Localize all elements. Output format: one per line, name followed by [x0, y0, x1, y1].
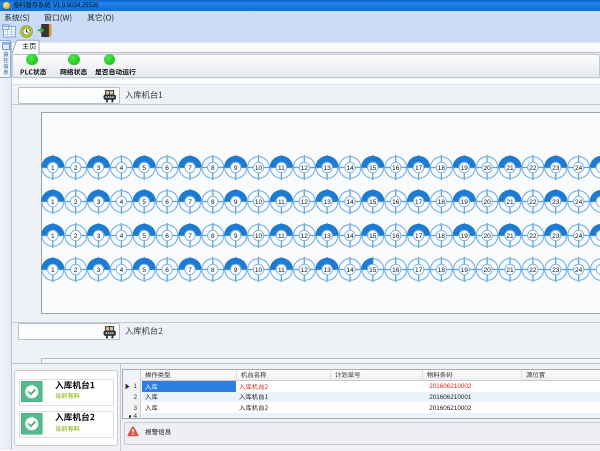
svg-text:3: 3	[96, 266, 100, 273]
svg-text:3: 3	[96, 198, 100, 205]
svg-text:5: 5	[142, 266, 146, 273]
svg-text:13: 13	[323, 266, 331, 273]
svg-text:4: 4	[119, 232, 123, 239]
svg-text:22: 22	[529, 164, 537, 171]
svg-text:23: 23	[552, 232, 560, 239]
svg-text:9: 9	[233, 266, 237, 273]
svg-text:10: 10	[254, 232, 262, 239]
svg-text:14: 14	[346, 232, 354, 239]
svg-text:6: 6	[165, 232, 169, 239]
svg-text:12: 12	[300, 198, 308, 205]
svg-text:22: 22	[529, 198, 537, 205]
svg-text:24: 24	[574, 266, 582, 273]
svg-text:2: 2	[73, 232, 77, 239]
svg-text:11: 11	[278, 266, 285, 273]
svg-text:14: 14	[346, 164, 354, 171]
svg-text:4: 4	[119, 198, 123, 205]
svg-text:21: 21	[506, 198, 514, 205]
svg-text:2: 2	[73, 266, 77, 273]
svg-text:13: 13	[323, 232, 331, 239]
svg-text:19: 19	[460, 232, 468, 239]
svg-text:1: 1	[50, 164, 54, 171]
svg-text:4: 4	[119, 266, 123, 273]
svg-text:23: 23	[552, 198, 560, 205]
svg-text:15: 15	[369, 164, 377, 171]
svg-text:15: 15	[369, 266, 377, 273]
svg-text:22: 22	[529, 266, 537, 273]
svg-text:9: 9	[233, 232, 237, 239]
svg-text:1: 1	[50, 198, 54, 205]
svg-text:8: 8	[210, 164, 214, 171]
svg-text:12: 12	[300, 164, 308, 171]
svg-text:12: 12	[300, 266, 308, 273]
svg-text:11: 11	[278, 164, 285, 171]
svg-text:18: 18	[437, 198, 445, 205]
svg-text:9: 9	[233, 198, 237, 205]
svg-text:5: 5	[142, 198, 146, 205]
svg-text:20: 20	[483, 266, 491, 273]
svg-text:7: 7	[188, 232, 192, 239]
svg-text:10: 10	[254, 164, 262, 171]
svg-text:21: 21	[506, 232, 514, 239]
svg-text:24: 24	[574, 198, 582, 205]
svg-text:13: 13	[323, 198, 331, 205]
svg-text:22: 22	[529, 232, 537, 239]
svg-text:15: 15	[369, 198, 377, 205]
svg-text:11: 11	[278, 232, 285, 239]
svg-text:20: 20	[483, 232, 491, 239]
svg-text:16: 16	[392, 232, 400, 239]
svg-text:3: 3	[96, 164, 100, 171]
svg-text:4: 4	[119, 164, 123, 171]
svg-text:24: 24	[574, 164, 582, 171]
svg-text:20: 20	[483, 164, 491, 171]
svg-text:9: 9	[233, 164, 237, 171]
svg-text:7: 7	[188, 164, 192, 171]
svg-text:17: 17	[414, 232, 422, 239]
svg-text:21: 21	[506, 164, 514, 171]
svg-text:8: 8	[210, 266, 214, 273]
svg-text:8: 8	[210, 198, 214, 205]
svg-text:7: 7	[188, 198, 192, 205]
svg-text:14: 14	[346, 198, 354, 205]
svg-text:16: 16	[392, 266, 400, 273]
svg-text:13: 13	[323, 164, 331, 171]
svg-text:18: 18	[437, 232, 445, 239]
svg-text:17: 17	[414, 266, 422, 273]
svg-text:7: 7	[188, 266, 192, 273]
svg-text:17: 17	[414, 164, 422, 171]
svg-text:16: 16	[392, 164, 400, 171]
svg-text:23: 23	[552, 164, 560, 171]
svg-text:1: 1	[50, 232, 54, 239]
svg-text:17: 17	[414, 198, 422, 205]
svg-text:24: 24	[574, 232, 582, 239]
svg-text:23: 23	[552, 266, 560, 273]
svg-text:18: 18	[437, 266, 445, 273]
svg-text:6: 6	[165, 164, 169, 171]
svg-text:15: 15	[369, 232, 377, 239]
svg-text:2: 2	[73, 164, 77, 171]
svg-text:12: 12	[300, 232, 308, 239]
svg-text:19: 19	[460, 164, 468, 171]
svg-text:6: 6	[165, 198, 169, 205]
svg-text:10: 10	[254, 198, 262, 205]
svg-text:21: 21	[506, 266, 514, 273]
svg-text:18: 18	[437, 164, 445, 171]
svg-text:3: 3	[96, 232, 100, 239]
svg-text:10: 10	[254, 266, 262, 273]
svg-text:19: 19	[460, 266, 468, 273]
svg-text:2: 2	[73, 198, 77, 205]
svg-text:19: 19	[460, 198, 468, 205]
svg-text:8: 8	[210, 232, 214, 239]
svg-text:5: 5	[142, 232, 146, 239]
svg-text:6: 6	[165, 266, 169, 273]
svg-text:1: 1	[50, 266, 54, 273]
svg-text:14: 14	[346, 266, 354, 273]
svg-text:11: 11	[278, 198, 285, 205]
svg-text:5: 5	[142, 164, 146, 171]
svg-text:20: 20	[483, 198, 491, 205]
svg-text:16: 16	[392, 198, 400, 205]
